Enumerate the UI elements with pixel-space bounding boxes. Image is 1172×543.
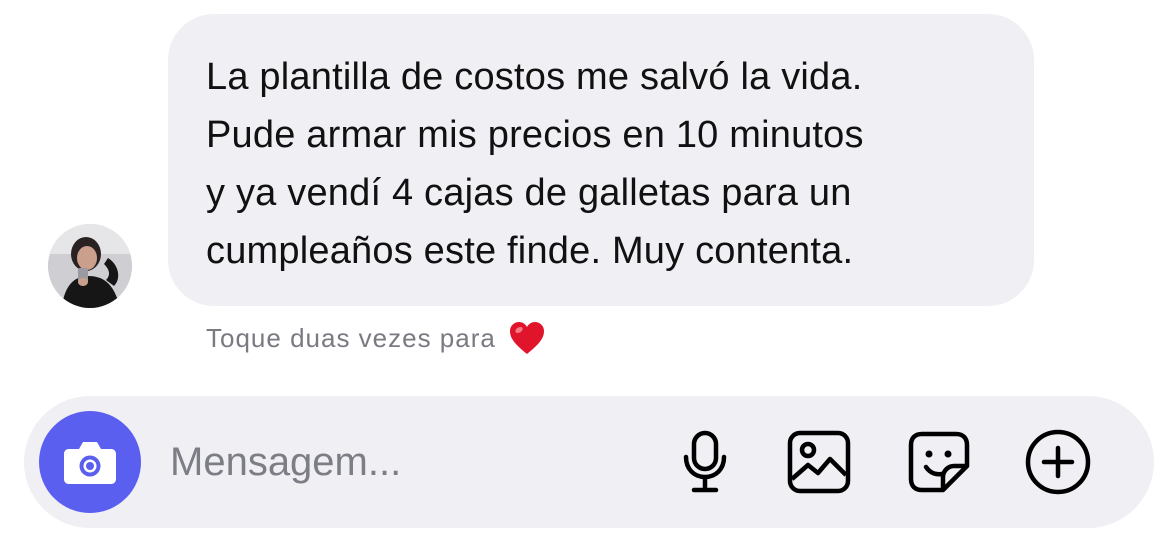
hint-text: Toque duas vezes para: [206, 322, 496, 353]
sticker-button[interactable]: [903, 426, 975, 498]
message-input[interactable]: [170, 434, 650, 490]
image-icon: [787, 430, 851, 494]
double-tap-hint: Toque duas vezes para: [206, 320, 546, 356]
red-heart-icon: [509, 322, 544, 354]
message-line: cumpleaños este finde. Muy contenta.: [206, 230, 854, 272]
message-line: Pude armar mis precios en 10 minutos: [206, 114, 864, 156]
add-button[interactable]: [1022, 426, 1094, 498]
camera-button[interactable]: [39, 411, 141, 513]
microphone-icon: [683, 430, 727, 493]
plus-circle-icon: [1025, 429, 1091, 495]
avatar[interactable]: [48, 224, 132, 308]
message-line: y ya vendí 4 cajas de galletas para un: [206, 172, 852, 214]
sticker-icon: [908, 431, 970, 493]
message-bubble[interactable]: La plantilla de costos me salvó la vida.…: [168, 14, 1034, 306]
avatar-photo: [48, 224, 132, 308]
microphone-button[interactable]: [669, 426, 741, 498]
message-line: La plantilla de costos me salvó la vida.: [206, 56, 863, 98]
gallery-button[interactable]: [783, 426, 855, 498]
camera-icon: [64, 442, 116, 484]
message-composer: [24, 396, 1154, 528]
